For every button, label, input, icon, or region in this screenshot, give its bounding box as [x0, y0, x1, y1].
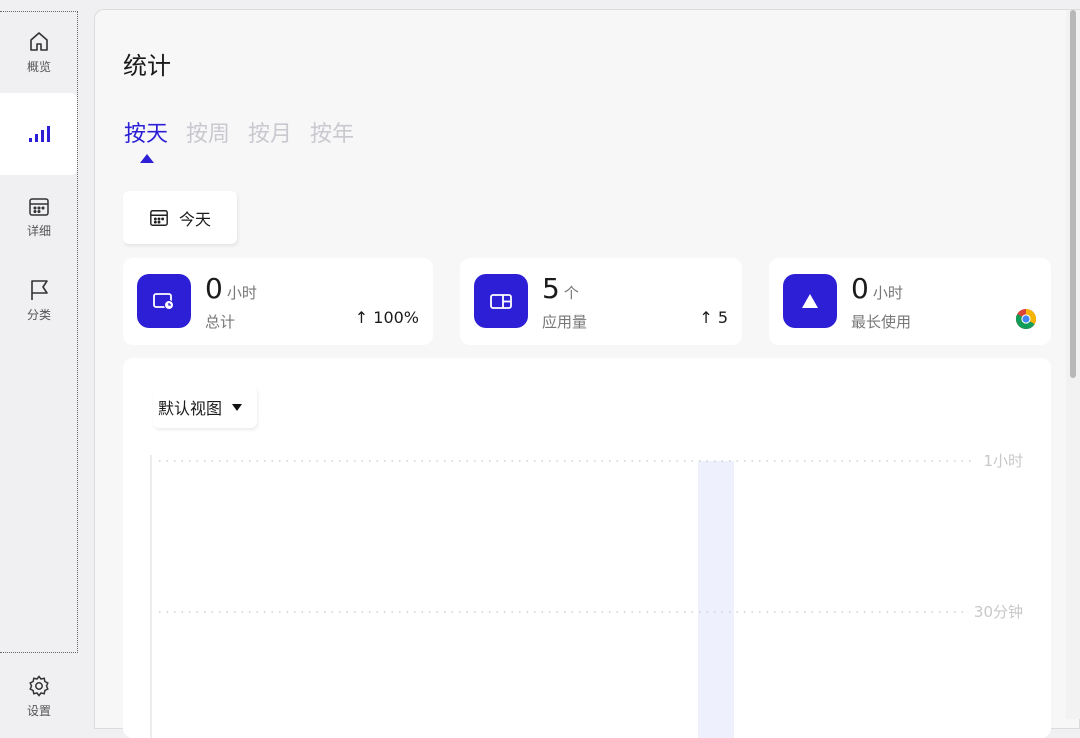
scrollbar-thumb[interactable]	[1070, 10, 1076, 378]
y-tick-label: 30分钟	[974, 603, 1023, 621]
tab-month[interactable]: 按月	[248, 116, 292, 148]
date-button-label: 今天	[179, 209, 212, 229]
sidebar-item-label: 概览	[26, 60, 51, 74]
stat-label: 应用量	[542, 313, 588, 331]
stat-value: 0 小时	[205, 272, 257, 305]
stat-delta: ↑ 5	[699, 308, 728, 327]
bar-chart-icon	[28, 126, 50, 142]
stat-card-longest: 0 小时 最长使用	[769, 258, 1051, 345]
main-panel: 统计 按天 按周 按月 按年 今天 0 小时 总计 ↑ 100% 5 个 应用量…	[94, 9, 1080, 738]
app-window-icon	[474, 274, 528, 328]
usage-chart-card: 默认视图 1小时 30分钟	[123, 358, 1051, 738]
calendar-icon	[150, 209, 168, 226]
stat-value: 0 小时	[851, 272, 903, 305]
active-tab-caret-icon	[140, 154, 154, 163]
sidebar-item-settings[interactable]: 设置	[0, 674, 78, 719]
stat-card-apps: 5个 应用量 ↑ 5	[460, 258, 742, 345]
stat-card-total: 0 小时 总计 ↑ 100%	[123, 258, 433, 345]
clock-window-icon	[137, 274, 191, 328]
home-icon	[30, 32, 48, 51]
sidebar-item-detail[interactable]: 详细	[0, 196, 78, 239]
stat-value: 5个	[542, 272, 579, 305]
sidebar-item-category[interactable]: 分类	[0, 278, 78, 323]
highlight-column	[698, 461, 734, 738]
sidebar-item-stats[interactable]	[0, 93, 77, 175]
stat-delta: ↑ 100%	[354, 308, 419, 327]
scrollbar[interactable]	[1066, 10, 1080, 719]
y-tick-label: 1小时	[983, 452, 1023, 470]
sidebar-item-overview[interactable]: 概览	[0, 30, 78, 75]
flag-icon	[31, 280, 48, 300]
calendar-icon	[29, 198, 49, 216]
page-title: 统计	[123, 52, 171, 80]
stat-label: 总计	[205, 313, 236, 331]
gear-icon	[29, 675, 49, 697]
sidebar-item-label: 分类	[26, 308, 51, 322]
sidebar-item-label: 详细	[26, 224, 51, 238]
sidebar-item-label: 设置	[26, 704, 51, 718]
tab-year[interactable]: 按年	[310, 116, 354, 148]
tab-day[interactable]: 按天	[124, 116, 168, 148]
period-tabs: 按天 按周 按月 按年	[124, 116, 354, 148]
stat-label: 最长使用	[851, 313, 912, 331]
chrome-icon	[1016, 309, 1036, 329]
triangle-icon	[783, 274, 837, 328]
date-picker-button[interactable]: 今天	[123, 191, 237, 244]
tab-week[interactable]: 按周	[186, 116, 230, 148]
usage-chart: 1小时 30分钟	[150, 452, 1023, 738]
sidebar: 概览 详细 分类 设置	[0, 0, 94, 719]
